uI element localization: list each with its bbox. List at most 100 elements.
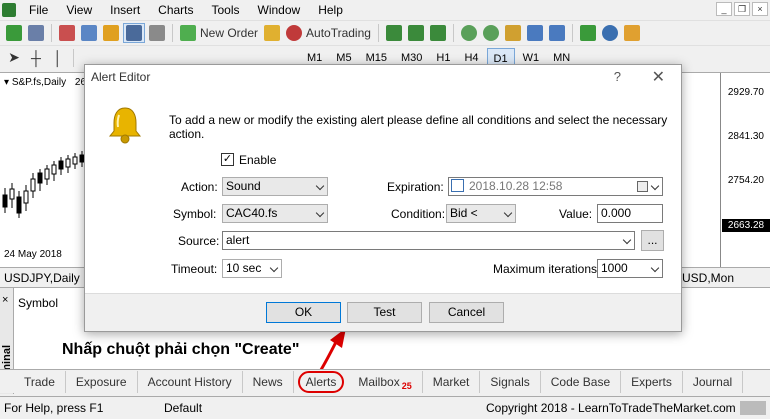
market-watch-icon[interactable] <box>57 23 77 43</box>
test-button[interactable]: Test <box>347 302 422 323</box>
autoscroll-icon[interactable] <box>547 23 567 43</box>
line-chart-icon[interactable] <box>428 23 448 43</box>
menu-window[interactable]: Window <box>249 0 310 20</box>
metaeditor-icon[interactable] <box>262 23 282 43</box>
enable-label: Enable <box>239 153 277 167</box>
current-price-label: 2663.28 <box>722 219 770 232</box>
vertical-line-icon[interactable]: │ <box>48 48 68 68</box>
menu-file[interactable]: File <box>20 0 57 20</box>
cursor-icon[interactable]: ➤ <box>4 48 24 68</box>
symbol-select[interactable]: CAC40.fs <box>222 204 328 223</box>
condition-select[interactable]: Bid < <box>446 204 516 223</box>
tile-windows-icon[interactable] <box>503 23 523 43</box>
menu-view[interactable]: View <box>57 0 101 20</box>
autotrading-icon <box>286 24 303 41</box>
dialog-title: Alert Editor <box>91 70 151 84</box>
close-icon[interactable]: × <box>2 294 8 306</box>
mailbox-count-badge: 25 <box>401 380 412 391</box>
tab-journal[interactable]: Journal <box>683 370 744 393</box>
new-chart-icon[interactable] <box>4 23 24 43</box>
main-toolbar: New Order AutoTrading <box>0 20 770 44</box>
chevron-down-icon[interactable] <box>650 181 660 191</box>
zoom-out-icon[interactable] <box>481 23 501 43</box>
value-input[interactable]: 0.000 <box>597 204 663 223</box>
new-order-button[interactable]: New Order <box>178 23 260 43</box>
annotation-text: Nhấp chuột phải chọn "Create" <box>62 341 300 358</box>
crosshair-icon[interactable]: ┼ <box>26 48 46 68</box>
toolbar-divider <box>73 48 74 67</box>
chevron-down-icon <box>315 208 325 218</box>
tab-trade[interactable]: Trade <box>14 370 66 393</box>
terminal-tabs: Trade Exposure Account History News Aler… <box>0 369 770 393</box>
chat-icon[interactable] <box>622 23 642 43</box>
indicators-icon[interactable] <box>578 23 598 43</box>
browse-button[interactable]: ... <box>641 230 664 251</box>
price-axis: 2929.70 2841.30 2754.20 2663.28 <box>720 73 770 268</box>
column-header-symbol[interactable]: Symbol <box>18 296 58 310</box>
action-select[interactable]: Sound <box>222 177 328 196</box>
chevron-down-icon <box>650 263 660 273</box>
terminal-icon[interactable] <box>123 22 145 43</box>
dialog-titlebar[interactable]: Alert Editor ? ✕ <box>85 65 681 89</box>
menu-help[interactable]: Help <box>309 0 352 20</box>
value-label: Value: <box>559 207 593 221</box>
candlestick-icon[interactable] <box>406 23 426 43</box>
tab-account-history[interactable]: Account History <box>138 370 243 393</box>
navigator-icon[interactable] <box>101 23 121 43</box>
close-icon[interactable]: × <box>752 2 768 16</box>
timeout-label: Timeout: <box>171 262 218 276</box>
bell-icon <box>108 107 142 144</box>
enable-checkbox[interactable]: ✓ <box>221 153 234 166</box>
search-icon[interactable] <box>600 23 620 43</box>
menu-charts[interactable]: Charts <box>149 0 202 20</box>
data-window-icon[interactable] <box>79 23 99 43</box>
minimize-icon[interactable]: _ <box>716 2 732 16</box>
restore-icon[interactable]: ❐ <box>734 2 750 16</box>
tab-exposure[interactable]: Exposure <box>66 370 138 393</box>
tab-experts[interactable]: Experts <box>621 370 683 393</box>
dialog-body: To add a new or modify the existing aler… <box>85 89 681 293</box>
expiration-field[interactable]: 2018.10.28 12:58 <box>448 177 663 196</box>
chevron-down-icon <box>315 181 325 191</box>
max-iterations-select[interactable]: 1000 <box>597 259 663 278</box>
cancel-button[interactable]: Cancel <box>429 302 504 323</box>
date-axis-label: 24 May 2018 <box>4 249 62 260</box>
tab-code-base[interactable]: Code Base <box>541 370 622 393</box>
chart-shift-icon[interactable] <box>525 23 545 43</box>
toolbar-divider <box>172 23 173 42</box>
menu-insert[interactable]: Insert <box>101 0 149 20</box>
price-tick: 2841.30 <box>727 131 764 142</box>
tab-signals[interactable]: Signals <box>480 370 541 393</box>
tab-market[interactable]: Market <box>423 370 481 393</box>
source-input[interactable]: alert <box>222 231 635 250</box>
autotrading-button[interactable]: AutoTrading <box>284 23 373 43</box>
chart-tab-usdjpy[interactable]: USDJPY,Daily <box>4 271 80 285</box>
timeout-select[interactable]: 10 sec <box>222 259 282 278</box>
menu-tools[interactable]: Tools <box>203 0 249 20</box>
bar-chart-icon[interactable] <box>384 23 404 43</box>
condition-label: Condition: <box>391 207 446 221</box>
menu-bar: File View Insert Charts Tools Window Hel… <box>0 0 770 20</box>
tab-mailbox-label: Mailbox <box>358 374 400 389</box>
source-label: Source: <box>178 234 220 248</box>
price-tick: 2754.20 <box>727 175 764 186</box>
status-copyright: Copyright 2018 - LearnToTradeTheMarket.c… <box>486 401 736 415</box>
tab-mailbox[interactable]: Mailbox 25 <box>348 370 423 393</box>
profiles-icon[interactable] <box>26 23 46 43</box>
symbol-label: Symbol: <box>173 207 217 221</box>
ok-button[interactable]: OK <box>266 302 341 323</box>
chart-tab-usd[interactable]: USD,Mon <box>682 271 734 285</box>
tab-alerts[interactable]: Alerts <box>297 370 345 393</box>
help-icon[interactable]: ? <box>614 69 621 84</box>
chevron-down-icon[interactable] <box>622 235 632 245</box>
tab-news[interactable]: News <box>243 370 294 393</box>
calendar-icon[interactable] <box>637 181 648 192</box>
dialog-footer: OK Test Cancel <box>85 293 681 331</box>
app-logo-icon <box>2 3 16 17</box>
expiration-checkbox[interactable] <box>451 179 464 192</box>
autotrading-label: AutoTrading <box>306 25 371 40</box>
close-icon[interactable]: ✕ <box>652 67 665 87</box>
status-bar: For Help, press F1 Default Copyright 201… <box>0 396 770 419</box>
tester-icon[interactable] <box>147 23 167 43</box>
zoom-in-icon[interactable] <box>459 23 479 43</box>
